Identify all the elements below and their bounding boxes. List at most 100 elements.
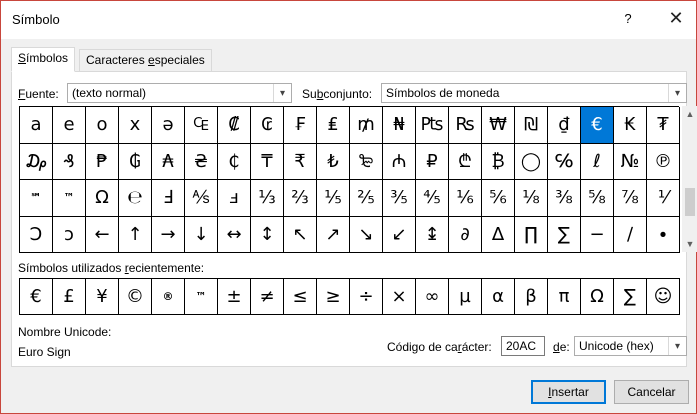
symbol-cell[interactable]: ∕ bbox=[614, 216, 647, 253]
symbol-cell[interactable]: ↑ bbox=[119, 216, 152, 253]
symbol-cell[interactable]: ₸ bbox=[251, 143, 284, 180]
from-combobox[interactable]: Unicode (hex) ▾ bbox=[574, 336, 687, 356]
symbol-cell[interactable]: ₦ bbox=[383, 107, 416, 144]
symbol-cell[interactable]: ⅖ bbox=[350, 180, 383, 217]
insert-button[interactable]: Insertar bbox=[531, 380, 606, 404]
recent-symbol-cell[interactable]: β bbox=[515, 279, 548, 315]
subset-combobox[interactable]: Símbolos de moneda ▾ bbox=[381, 83, 687, 103]
symbol-cell[interactable]: ↨ bbox=[416, 216, 449, 253]
symbol-cell[interactable]: ∆ bbox=[482, 216, 515, 253]
help-button[interactable]: ? bbox=[621, 11, 635, 29]
symbol-cell[interactable]: ℅ bbox=[548, 143, 581, 180]
symbol-cell[interactable]: ₼ bbox=[383, 143, 416, 180]
symbol-cell[interactable]: ∏ bbox=[515, 216, 548, 253]
chevron-down-icon[interactable]: ▾ bbox=[668, 84, 686, 102]
char-code-input[interactable]: 20AC bbox=[501, 336, 545, 356]
symbol-cell[interactable]: ₥ bbox=[350, 107, 383, 144]
symbol-cell[interactable]: ₮ bbox=[647, 107, 680, 144]
recent-symbol-cell[interactable]: ± bbox=[218, 279, 251, 315]
chevron-down-icon[interactable]: ▾ bbox=[668, 337, 686, 355]
symbol-cell[interactable]: x bbox=[119, 107, 152, 144]
symbol-cell[interactable]: ⅜ bbox=[548, 180, 581, 217]
symbol-cell[interactable]: № bbox=[614, 143, 647, 180]
symbol-cell[interactable]: Ↄ bbox=[20, 216, 53, 253]
symbol-cell[interactable]: ⅞ bbox=[614, 180, 647, 217]
symbol-cell[interactable]: ⅕ bbox=[317, 180, 350, 217]
symbol-cell[interactable]: ↄ bbox=[53, 216, 86, 253]
symbol-cell[interactable]: ↗ bbox=[317, 216, 350, 253]
symbol-cell[interactable]: ₰ bbox=[53, 143, 86, 180]
recent-symbol-cell[interactable]: ® bbox=[152, 279, 185, 315]
symbol-cell[interactable]: ◯ bbox=[515, 143, 548, 180]
symbol-cell[interactable]: a bbox=[20, 107, 53, 144]
symbol-cell[interactable]: ⅛ bbox=[515, 180, 548, 217]
recent-symbol-cell[interactable]: © bbox=[119, 279, 152, 315]
symbol-cell[interactable]: ℮ bbox=[119, 180, 152, 217]
symbol-cell[interactable]: ↘ bbox=[350, 216, 383, 253]
symbol-cell[interactable]: ₺ bbox=[317, 143, 350, 180]
recent-symbol-cell[interactable]: ≥ bbox=[317, 279, 350, 315]
chevron-down-icon[interactable]: ▾ bbox=[273, 84, 291, 102]
symbol-cell[interactable]: ₭ bbox=[614, 107, 647, 144]
close-button[interactable]: ✕ bbox=[666, 9, 686, 29]
symbol-cell[interactable]: e bbox=[53, 107, 86, 144]
recent-symbol-cell[interactable]: ¥ bbox=[86, 279, 119, 315]
symbol-cell[interactable]: ₽ bbox=[416, 143, 449, 180]
symbol-cell[interactable]: → bbox=[152, 216, 185, 253]
scrollbar-thumb[interactable] bbox=[685, 188, 695, 216]
recent-symbol-cell[interactable]: ☺ bbox=[647, 279, 680, 315]
symbol-cell[interactable]: ₩ bbox=[482, 107, 515, 144]
symbol-cell[interactable]: ₲ bbox=[119, 143, 152, 180]
recent-symbol-cell[interactable]: ™ bbox=[185, 279, 218, 315]
recent-symbol-cell[interactable]: € bbox=[20, 279, 53, 315]
recent-symbol-cell[interactable]: π bbox=[548, 279, 581, 315]
tab-symbols[interactable]: Símbolos bbox=[11, 47, 76, 72]
symbol-cell[interactable]: ↕ bbox=[251, 216, 284, 253]
symbol-cell[interactable]: ₴ bbox=[185, 143, 218, 180]
cancel-button[interactable]: Cancelar bbox=[614, 380, 689, 404]
recent-symbol-cell[interactable]: ≠ bbox=[251, 279, 284, 315]
symbol-cell[interactable]: Ⅎ bbox=[152, 180, 185, 217]
font-combobox[interactable]: (texto normal) ▾ bbox=[67, 83, 292, 103]
scroll-up-icon[interactable]: ▲ bbox=[682, 106, 697, 122]
symbol-cell[interactable]: ∙ bbox=[647, 216, 680, 253]
symbol-cell[interactable]: ₠ bbox=[185, 107, 218, 144]
symbol-cell[interactable]: ₣ bbox=[284, 107, 317, 144]
symbol-cell[interactable]: Ω bbox=[86, 180, 119, 217]
symbol-cell[interactable]: ↖ bbox=[284, 216, 317, 253]
symbol-cell[interactable]: ∑ bbox=[548, 216, 581, 253]
symbol-cell[interactable]: ə bbox=[152, 107, 185, 144]
symbol-cell[interactable]: ⅙ bbox=[449, 180, 482, 217]
symbol-cell[interactable]: ℠ bbox=[20, 180, 53, 217]
symbol-cell[interactable]: ₤ bbox=[317, 107, 350, 144]
recent-symbol-cell[interactable]: ≤ bbox=[284, 279, 317, 315]
symbol-cell[interactable]: ₱ bbox=[86, 143, 119, 180]
symbol-cell[interactable]: ₪ bbox=[515, 107, 548, 144]
symbol-cell[interactable]: ₨ bbox=[449, 107, 482, 144]
symbol-cell[interactable]: ℗ bbox=[647, 143, 680, 180]
symbol-cell[interactable]: ™ bbox=[53, 180, 86, 217]
symbol-cell[interactable]: ₿ bbox=[482, 143, 515, 180]
symbol-cell[interactable]: ₯ bbox=[20, 143, 53, 180]
symbol-cell[interactable]: ₡ bbox=[218, 107, 251, 144]
symbol-cell[interactable]: o bbox=[86, 107, 119, 144]
symbol-cell[interactable]: ∂ bbox=[449, 216, 482, 253]
symbol-cell[interactable]: ℓ bbox=[581, 143, 614, 180]
symbol-cell[interactable]: ⅓ bbox=[251, 180, 284, 217]
scroll-down-icon[interactable]: ▼ bbox=[682, 236, 697, 252]
symbol-cell[interactable]: ↔ bbox=[218, 216, 251, 253]
symbol-cell[interactable]: ↙ bbox=[383, 216, 416, 253]
symbol-cell[interactable]: ← bbox=[86, 216, 119, 253]
symbol-cell[interactable]: ⅔ bbox=[284, 180, 317, 217]
recent-symbol-cell[interactable]: ∞ bbox=[416, 279, 449, 315]
recent-symbol-cell[interactable]: α bbox=[482, 279, 515, 315]
recent-symbol-cell[interactable]: ÷ bbox=[350, 279, 383, 315]
symbol-cell[interactable]: ↓ bbox=[185, 216, 218, 253]
symbol-cell[interactable]: ⅎ bbox=[218, 180, 251, 217]
symbol-cell[interactable]: ⅍ bbox=[185, 180, 218, 217]
symbol-cell[interactable]: ₧ bbox=[416, 107, 449, 144]
symbol-cell[interactable]: ₹ bbox=[284, 143, 317, 180]
symbol-cell[interactable]: ₻ bbox=[350, 143, 383, 180]
recent-symbol-cell[interactable]: ∑ bbox=[614, 279, 647, 315]
symbol-cell[interactable]: − bbox=[581, 216, 614, 253]
